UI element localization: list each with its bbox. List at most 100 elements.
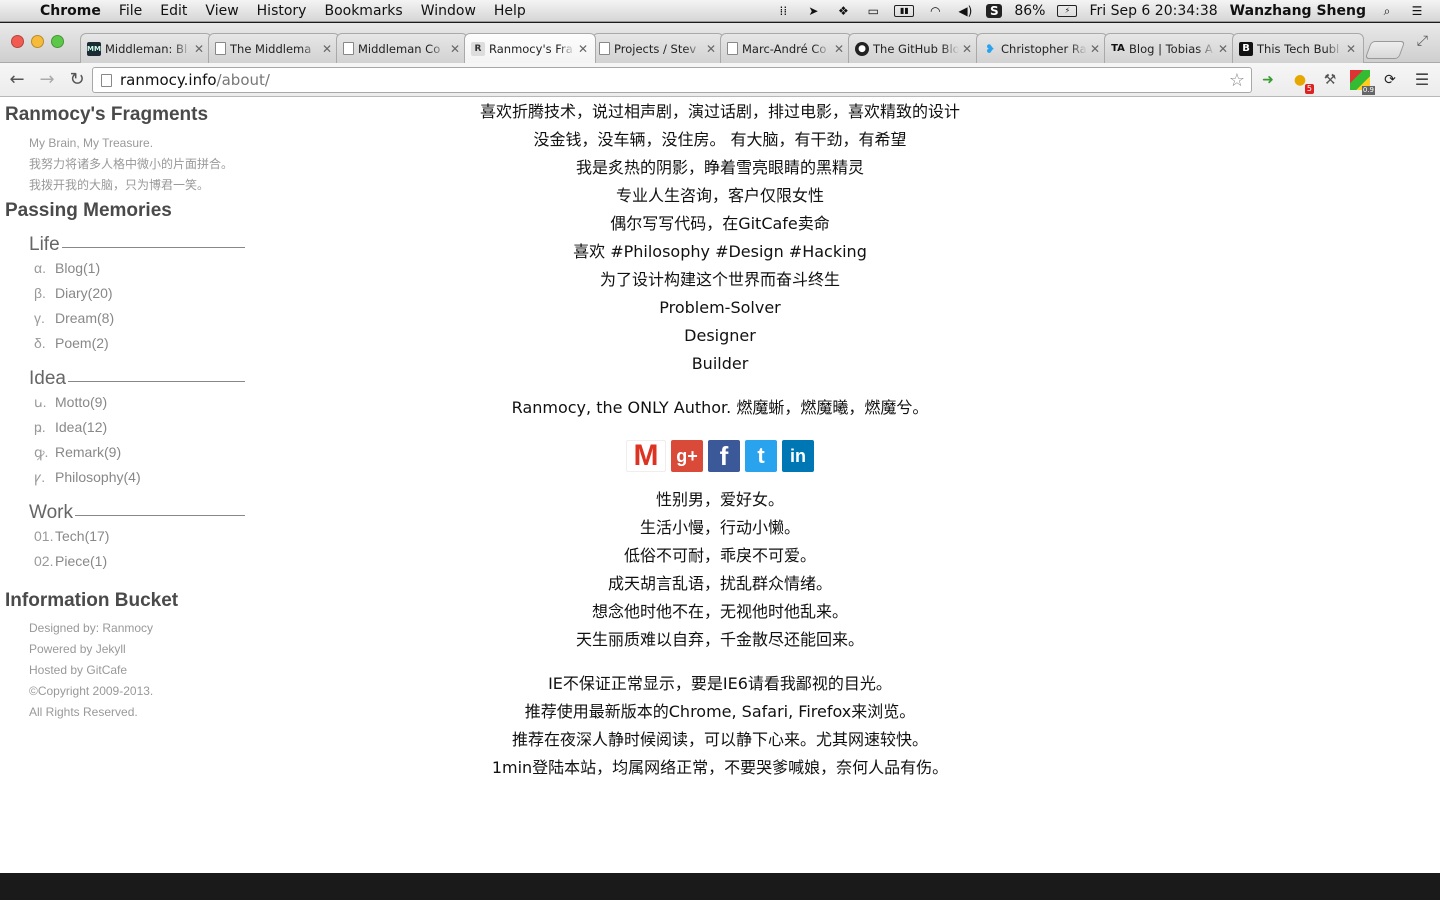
site-desc-line: 我拨开我的大脑，只为博君一笑。	[29, 178, 210, 192]
forward-arrow-icon[interactable]: →	[34, 69, 60, 90]
tab-the-middleman[interactable]: The Middlema ✕	[208, 33, 340, 63]
google-plus-icon[interactable]: g+	[671, 440, 703, 472]
tab-tech-bubble[interactable]: B This Tech Bubl ✕	[1232, 33, 1364, 63]
menu-edit[interactable]: Edit	[160, 3, 187, 19]
info-line: Designed by: Ranmocy	[29, 621, 154, 635]
note-line: 1min登陆本站，均属网络正常，不要哭爹喊娘，奈何人品有伤。	[491, 758, 949, 777]
reload-icon[interactable]: ↻	[64, 69, 90, 90]
extension-colors-icon[interactable]: 0.9	[1350, 70, 1375, 95]
tab-close-icon[interactable]: ✕	[193, 42, 205, 56]
tab-middleman-blog[interactable]: MM Middleman: Bl ✕	[80, 33, 212, 63]
spotlight-search-icon[interactable]: ⌕	[1378, 4, 1396, 18]
facebook-icon[interactable]: f	[708, 440, 740, 472]
document-favicon-icon	[343, 42, 354, 55]
menu-file[interactable]: File	[119, 3, 142, 19]
tab-close-icon[interactable]: ✕	[833, 42, 845, 56]
site-title[interactable]: Ranmocy's Fragments	[5, 104, 260, 126]
tab-close-icon[interactable]: ✕	[321, 42, 333, 56]
tab-projects[interactable]: Projects / Stev ✕	[592, 33, 724, 63]
memory-status-icon[interactable]: ▮▮	[894, 4, 915, 17]
tab-close-icon[interactable]: ✕	[705, 42, 717, 56]
social-links: M g+ f t in	[260, 439, 1180, 472]
info-line: ©Copyright 2009-2013.	[29, 684, 154, 698]
battery-percent[interactable]: 86%	[1014, 3, 1045, 19]
about-content: 喜欢折腾技术，说过相声剧，演过话剧，排过电影，喜欢精致的设计 没金钱，没车辆，没…	[260, 98, 1180, 782]
extension-tools-icon[interactable]: ⚒	[1320, 70, 1340, 90]
minimize-window-button[interactable]	[31, 35, 44, 48]
category-blog[interactable]: α. Blog(1)	[34, 256, 245, 281]
address-bar[interactable]: ranmocy.info/about/ ☆	[92, 67, 1252, 93]
extension-colors-badge: 0.9	[1361, 86, 1375, 95]
tab-marc-andre[interactable]: Marc-André Co ✕	[720, 33, 852, 63]
tab-middleman-co[interactable]: Middleman Co ✕	[336, 33, 468, 63]
group-heading: Life	[29, 234, 245, 256]
tab-close-icon[interactable]: ✕	[1089, 42, 1101, 56]
tab-close-icon[interactable]: ✕	[1217, 42, 1229, 56]
close-window-button[interactable]	[11, 35, 24, 48]
back-arrow-icon[interactable]: ←	[4, 69, 30, 90]
menu-help[interactable]: Help	[494, 3, 526, 19]
cursor-status-icon[interactable]: ➤	[804, 4, 822, 18]
tab-github-blog[interactable]: ● The GitHub Blo ✕	[848, 33, 980, 63]
tab-strip: MM Middleman: Bl ✕ The Middlema ✕ Middleman…	[0, 23, 1440, 63]
chrome-menu-icon[interactable]: ☰	[1412, 70, 1432, 90]
menu-window[interactable]: Window	[421, 3, 476, 19]
menu-view[interactable]: View	[205, 3, 238, 19]
category-dream[interactable]: γ. Dream(8)	[34, 306, 245, 331]
category-poem[interactable]: δ. Poem(2)	[34, 331, 245, 356]
note-line: 推荐在夜深人静时候阅读，可以静下心来。尤其网速较快。	[511, 730, 928, 749]
extension-arrow-icon[interactable]: ➜	[1258, 70, 1278, 90]
intro-line: 喜欢折腾技术，说过相声剧，演过话剧，排过电影，喜欢精致的设计	[479, 102, 960, 121]
category-group-life: Life α. Blog(1) β. Diary(20) γ. Dream(8) δ.…	[29, 234, 245, 356]
app-menu[interactable]: Chrome	[40, 3, 101, 19]
tab-close-icon[interactable]: ✕	[1345, 42, 1357, 56]
volume-icon[interactable]: ◀)	[956, 4, 974, 18]
category-piece[interactable]: 02. Piece(1)	[34, 549, 245, 574]
tab-close-icon[interactable]: ✕	[449, 42, 461, 56]
category-tech[interactable]: 01. Tech(17)	[34, 524, 245, 549]
category-motto[interactable]: ꭎ. Motto(9)	[34, 390, 245, 415]
s-app-icon[interactable]: S	[986, 3, 1003, 18]
dropbox-icon[interactable]: ❖	[834, 4, 852, 18]
note-line: IE不保证正常显示，要是IE6请看我鄙视的目光。	[548, 674, 892, 693]
tab-tobias-blog[interactable]: TA Blog | Tobias A ✕	[1104, 33, 1236, 63]
divider	[74, 514, 245, 516]
ta-favicon-icon: TA	[1111, 42, 1125, 54]
twitter-icon[interactable]: t	[745, 440, 777, 472]
category-remark[interactable]: ꝙ. Remark(9)	[34, 440, 245, 465]
clock[interactable]: Fri Sep 6 20:34:38	[1089, 3, 1217, 19]
window-bottom-edge	[0, 873, 1440, 900]
menu-history[interactable]: History	[257, 3, 307, 19]
tab-close-icon[interactable]: ✕	[577, 42, 589, 56]
tab-close-icon[interactable]: ✕	[961, 42, 973, 56]
bookmark-star-icon[interactable]: ☆	[1229, 70, 1245, 91]
site-desc-line: 我努力将诸多人格中微小的片面拼合。	[29, 157, 234, 171]
battery-icon[interactable]: ⚡	[1057, 4, 1078, 17]
category-idea[interactable]: ҏ. Idea(12)	[34, 415, 245, 440]
group-heading: Idea	[29, 368, 245, 390]
github-favicon-icon: ●	[855, 41, 869, 56]
author-line: Ranmocy, the ONLY Author. 燃魔蜥，燃魔曦，燃魔兮。	[511, 398, 929, 417]
airplay-icon[interactable]: ▭	[864, 4, 882, 18]
linkedin-icon[interactable]: in	[782, 440, 814, 472]
gmail-icon[interactable]: M	[626, 439, 666, 472]
new-tab-button[interactable]	[1364, 41, 1406, 59]
intro-line: Designer	[684, 326, 756, 345]
grid-status-icon[interactable]: ⁞⁞	[774, 4, 792, 18]
notification-list-icon[interactable]: ☰	[1408, 4, 1426, 18]
extension-sync-icon[interactable]: ⟳	[1380, 70, 1400, 90]
fullscreen-icon[interactable]: ⤢	[1417, 33, 1428, 49]
url-host: ranmocy.info	[120, 71, 217, 89]
tab-christopher[interactable]: ❥ Christopher Ra ✕	[976, 33, 1108, 63]
tab-ranmocy-active[interactable]: R Ranmocy's Fra ✕	[464, 33, 596, 63]
category-diary[interactable]: β. Diary(20)	[34, 281, 245, 306]
document-favicon-icon	[727, 42, 738, 55]
category-philosophy[interactable]: ꝩ. Philosophy(4)	[34, 465, 245, 490]
url-path: /about/	[216, 71, 270, 89]
info-line: Hosted by GitCafe	[29, 663, 128, 677]
user-name[interactable]: Wanzhang Sheng	[1230, 3, 1366, 19]
wifi-icon[interactable]: ◠	[926, 4, 944, 18]
extension-lemon-icon[interactable]: ● 5	[1290, 70, 1314, 94]
zoom-window-button[interactable]	[51, 35, 64, 48]
menu-bookmarks[interactable]: Bookmarks	[324, 3, 402, 19]
